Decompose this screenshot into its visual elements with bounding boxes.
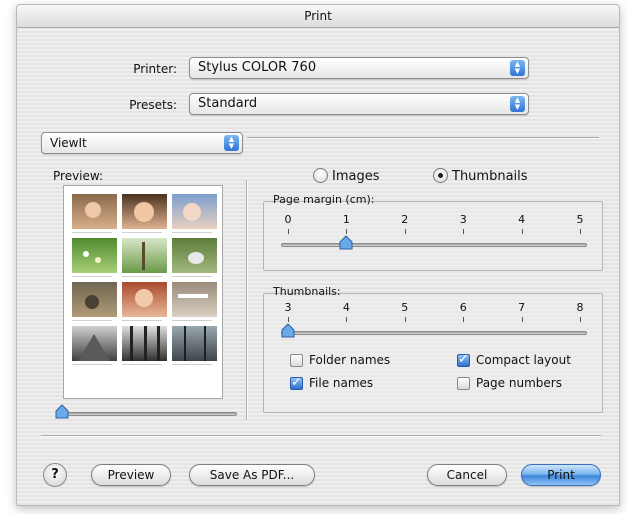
- file-names-checkbox[interactable]: ✓: [290, 376, 303, 390]
- page-margin-group: [263, 201, 603, 271]
- tick-label: 0: [284, 213, 292, 226]
- folder-names-label: Folder names: [309, 353, 391, 367]
- tick-label: 8: [576, 301, 584, 314]
- preview-zoom-track[interactable]: [57, 412, 237, 416]
- presets-value: Standard: [198, 96, 258, 111]
- images-label: Images: [332, 169, 380, 184]
- popup-arrows-icon: ▲ ▼: [510, 60, 525, 76]
- tick-label: 5: [401, 301, 409, 314]
- popup-arrows-icon: ▲ ▼: [224, 135, 239, 151]
- tick-mark: [521, 317, 523, 322]
- help-button[interactable]: ?: [43, 463, 67, 487]
- images-radio[interactable]: [313, 168, 328, 183]
- presets-popup[interactable]: Standard ▲ ▼: [189, 93, 529, 115]
- page-margin-title: Page margin (cm):: [273, 193, 375, 206]
- bottom-separator: [41, 435, 601, 437]
- tick-mark: [288, 229, 289, 234]
- popup-arrows-icon: ▲ ▼: [510, 96, 525, 112]
- thumbnails-label: Thumbnails: [452, 169, 528, 184]
- page-numbers-checkbox[interactable]: [457, 377, 470, 390]
- vertical-divider: [246, 180, 248, 420]
- tick-mark: [346, 317, 348, 322]
- presets-label: Presets:: [129, 98, 177, 112]
- thumbnails-track[interactable]: [281, 331, 587, 335]
- preview-zoom-knob[interactable]: [55, 404, 69, 419]
- tick-mark: [346, 229, 348, 234]
- print-button[interactable]: Print: [521, 464, 601, 486]
- tick-mark: [288, 317, 289, 322]
- page-numbers-label: Page numbers: [476, 376, 562, 390]
- tick-mark: [404, 229, 406, 234]
- page-margin-knob[interactable]: [339, 235, 353, 250]
- panel-select-value: ViewIt: [50, 136, 87, 150]
- page-margin-track[interactable]: [281, 243, 587, 247]
- tick-mark: [463, 317, 465, 322]
- cancel-button[interactable]: Cancel: [427, 464, 507, 486]
- preview-page: [63, 185, 223, 399]
- tick-label: 3: [459, 213, 467, 226]
- compact-layout-label: Compact layout: [476, 353, 571, 367]
- tick-mark: [404, 317, 406, 322]
- file-names-label: File names: [309, 376, 374, 390]
- tick-mark: [580, 229, 581, 234]
- tick-label: 5: [576, 213, 584, 226]
- tick-mark: [521, 229, 523, 234]
- print-dialog: Print Printer: Stylus COLOR 760 ▲ ▼ Prese…: [16, 4, 620, 506]
- thumbnails-radio[interactable]: [433, 168, 448, 183]
- tick-mark: [580, 317, 581, 322]
- tick-label: 3: [284, 301, 292, 314]
- thumbnails-knob[interactable]: [281, 323, 295, 338]
- folder-names-checkbox[interactable]: [290, 354, 303, 367]
- thumbnails-title: Thumbnails:: [273, 285, 341, 298]
- thumbnail-grid: [72, 194, 217, 365]
- preview-button[interactable]: Preview: [91, 464, 171, 486]
- save-as-pdf-button[interactable]: Save As PDF...: [189, 464, 315, 486]
- compact-layout-checkbox[interactable]: ✓: [457, 353, 470, 367]
- panel-select-popup[interactable]: ViewIt ▲ ▼: [41, 132, 243, 154]
- preview-label: Preview:: [53, 169, 104, 183]
- tick-label: 4: [518, 213, 526, 226]
- tick-label: 1: [342, 213, 350, 226]
- panel-separator: [247, 137, 599, 139]
- tick-mark: [463, 229, 465, 234]
- printer-value: Stylus COLOR 760: [198, 60, 317, 75]
- window-title: Print: [17, 5, 619, 28]
- tick-label: 6: [459, 301, 467, 314]
- printer-label: Printer:: [133, 62, 177, 76]
- tick-label: 2: [401, 213, 409, 226]
- tick-label: 4: [342, 301, 350, 314]
- printer-popup[interactable]: Stylus COLOR 760 ▲ ▼: [189, 57, 529, 79]
- tick-label: 7: [518, 301, 526, 314]
